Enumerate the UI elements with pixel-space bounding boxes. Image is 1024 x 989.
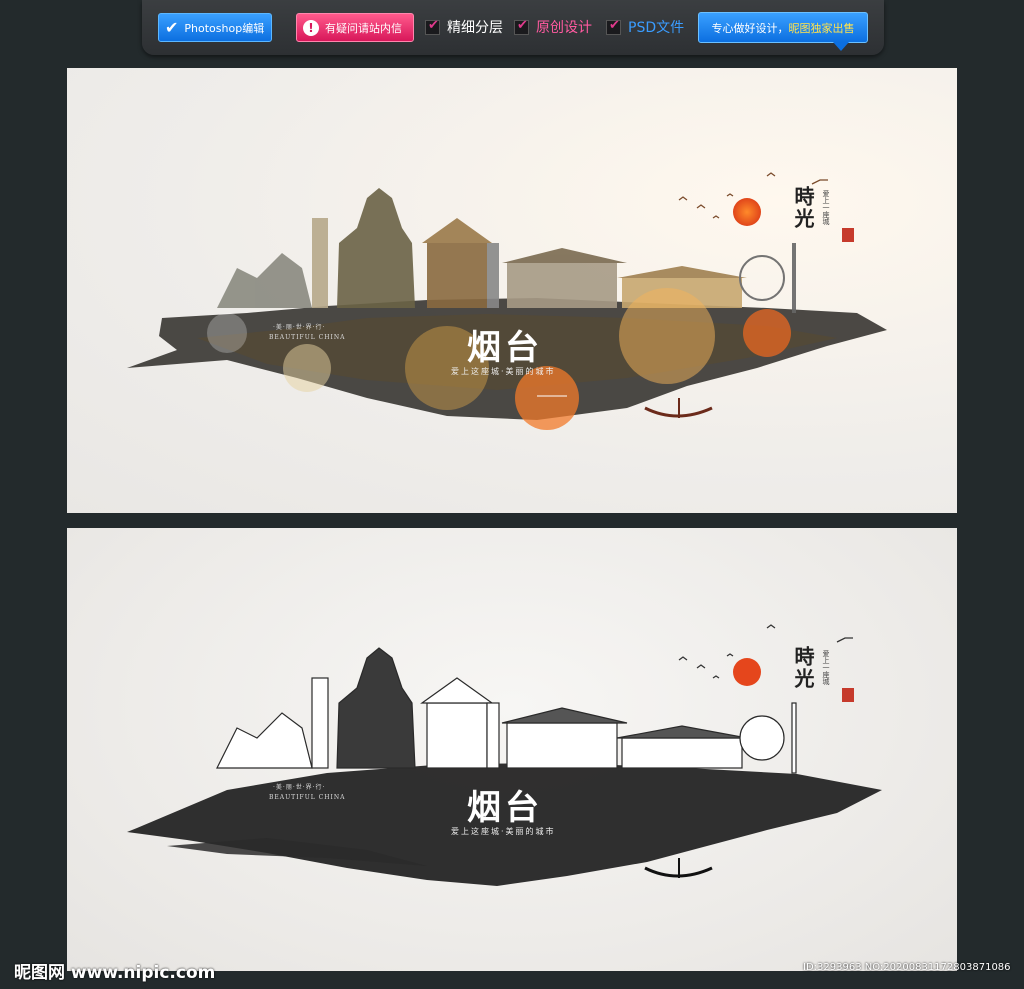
watermark-logo: 昵图网 www.nipic.com — [14, 963, 216, 983]
checkbox-icon — [606, 18, 621, 35]
poster-mono: 烟台 爱上这座城·美丽的城市 ·美·丽·世·界·行· BEAUTIFUL CHI… — [67, 528, 957, 971]
english-subtitle: BEAUTIFUL CHINA — [269, 334, 346, 341]
city-tagline: 爱上这座城·美丽的城市 — [451, 367, 556, 376]
city-skyline-illustration — [127, 624, 882, 886]
top-toolbar: ✔ Photoshop编辑 ! 有疑问请站内信 精细分层 原创设计 PSD文件 … — [142, 0, 884, 55]
feature-original: 原创设计 — [514, 17, 592, 37]
small-title: ·美·丽·世·界·行· — [273, 784, 326, 791]
city-tagline: 爱上这座城·美丽的城市 — [451, 827, 556, 836]
feature-psd: PSD文件 — [606, 17, 684, 37]
message-label: 有疑问请站内信 — [325, 21, 402, 35]
promo-prefix: 专心做好设计， — [711, 21, 789, 35]
city-title: 烟台 — [467, 328, 543, 368]
feature-original-label: 原创设计 — [536, 20, 592, 36]
feature-layers: 精细分层 — [425, 17, 503, 37]
side-small-text: 爱上一座城 — [822, 190, 830, 225]
red-seal-icon — [842, 228, 854, 242]
side-title: 時光 — [791, 646, 815, 690]
promo-button[interactable]: 专心做好设计， 昵图独家出售 — [698, 12, 868, 51]
message-button[interactable]: ! 有疑问请站内信 — [296, 13, 414, 42]
feature-psd-label: PSD文件 — [628, 20, 685, 36]
photoshop-edit-label: Photoshop编辑 — [184, 21, 265, 35]
checkbox-icon — [425, 18, 440, 35]
check-icon: ✔ — [165, 18, 179, 37]
side-title: 時光 — [791, 186, 815, 230]
city-title: 烟台 — [467, 788, 543, 828]
city-skyline-illustration — [127, 172, 887, 430]
exclamation-icon: ! — [303, 19, 319, 36]
poster-color: 烟台 爱上这座城·美丽的城市 ·美·丽·世·界·行· BEAUTIFUL CHI… — [67, 68, 957, 513]
side-small-text: 爱上一座城 — [822, 650, 830, 685]
feature-layers-label: 精细分层 — [447, 20, 503, 36]
red-seal-icon — [842, 688, 854, 702]
checkbox-icon — [514, 18, 529, 35]
promo-highlight: 昵图独家出售 — [788, 21, 855, 35]
photoshop-edit-button[interactable]: ✔ Photoshop编辑 — [158, 13, 272, 42]
small-title: ·美·丽·世·界·行· — [273, 324, 326, 331]
english-subtitle: BEAUTIFUL CHINA — [269, 794, 346, 801]
watermark-id: ID:3293963 NO:20200831172803871086 — [803, 962, 1011, 973]
